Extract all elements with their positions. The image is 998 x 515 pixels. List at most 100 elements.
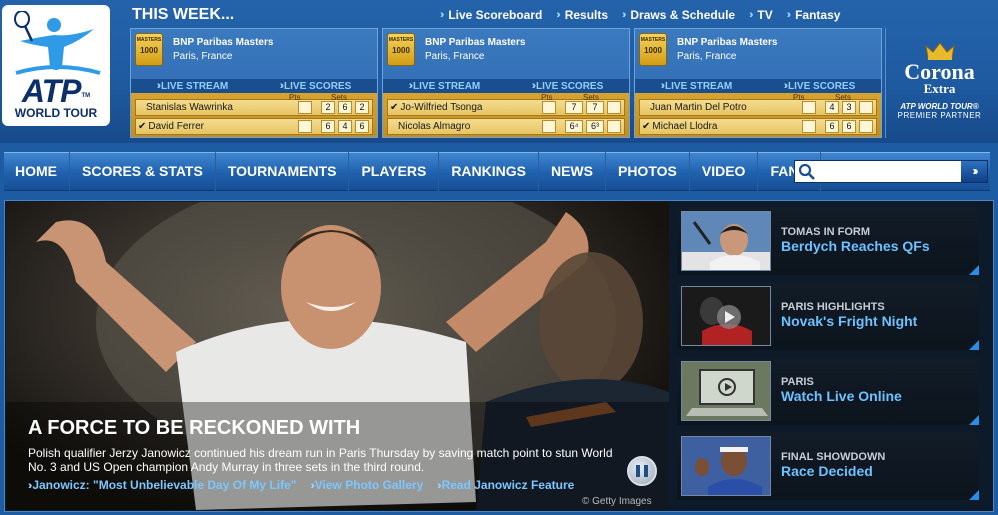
hero-link-feature[interactable]: ›› Read Janowicz Feature (437, 478, 574, 492)
set-cell (859, 101, 873, 114)
hero-links: ›› Janowicz: "Most Unbelievable Day Of My… (28, 478, 628, 492)
pts-cell (802, 101, 816, 114)
set-cell (607, 120, 621, 133)
score-table[interactable]: Pts Sets ✔ Jo-Wilfried Tsonga 7 7 Nicolas… (383, 93, 629, 137)
thumbnail-video (681, 286, 771, 346)
tournament-location: Paris, France (425, 51, 485, 62)
pts-header: Pts (793, 93, 805, 102)
side-item-novak[interactable]: PARIS HIGHLIGHTS Novak's Fright Night (677, 282, 979, 350)
quicklink-draws-schedule[interactable]: ›› Draws & Schedule (622, 8, 735, 22)
live-stream-link[interactable]: ›› LIVE STREAM (157, 80, 229, 92)
score-panel-links: ›› LIVE STREAM ›› LIVE SCORES (383, 79, 629, 93)
live-scores-link[interactable]: ›› LIVE SCORES (532, 80, 604, 92)
score-panel-1: MASTERS 1000 BNP Paribas Masters Paris, F… (130, 28, 378, 138)
this-week-heading: THIS WEEK... (132, 6, 235, 23)
tournament-name[interactable]: BNP Paribas Masters (677, 36, 777, 50)
quicklink-live-scoreboard[interactable]: ›› Live Scoreboard (440, 8, 542, 22)
set-cell (607, 101, 621, 114)
side-item-label: TOMAS IN FORM (781, 226, 871, 238)
score-row: Nicolas Almagro 6⁴ 6³ (387, 118, 625, 135)
set-cell: 6 (321, 120, 335, 133)
side-item-race[interactable]: FINAL SHOWDOWN Race Decided (677, 432, 979, 500)
set-cell: 4 (338, 120, 352, 133)
score-panel-links: ›› LIVE STREAM ›› LIVE SCORES (131, 79, 377, 93)
score-table[interactable]: Pts Sets Juan Martin Del Potro 4 3 ✔ Mich… (635, 93, 881, 137)
atp-logo[interactable]: ATP TM WORLD TOUR (2, 5, 110, 126)
set-cell: 6 (842, 120, 856, 133)
set-cell: 6³ (586, 120, 604, 133)
quicklink-results[interactable]: ›› Results (556, 8, 608, 22)
side-item-label: PARIS HIGHLIGHTS (781, 301, 885, 313)
hero-link-quote[interactable]: ›› Janowicz: "Most Unbelievable Day Of My… (28, 478, 296, 492)
player-name: Nicolas Almagro (398, 121, 471, 132)
nav-video[interactable]: VIDEO (690, 152, 759, 191)
side-item-berdych[interactable]: TOMAS IN FORM Berdych Reaches QFs (677, 207, 979, 275)
pts-cell (298, 120, 312, 133)
quicklink-label: TV (757, 8, 773, 22)
quicklink-tv[interactable]: ›› TV (749, 8, 773, 22)
set-cell: 6 (825, 120, 839, 133)
score-panel-2: MASTERS 1000 BNP Paribas Masters Paris, F… (382, 28, 630, 138)
quicklink-label: Live Scoreboard (448, 8, 543, 22)
hero-caption: A FORCE TO BE RECKONED WITH Polish quali… (28, 417, 628, 492)
quicklink-label: Fantasy (795, 8, 841, 22)
nav-home[interactable]: HOME (4, 152, 70, 191)
chevron-right-icon: ›› (622, 9, 627, 21)
nav-news[interactable]: NEWS (539, 152, 606, 191)
set-cell: 2 (355, 101, 369, 114)
tournament-name[interactable]: BNP Paribas Masters (425, 36, 525, 50)
quicklink-label: Results (564, 8, 609, 22)
score-panel-header: MASTERS 1000 BNP Paribas Masters Paris, F… (387, 33, 525, 66)
search-input[interactable] (816, 161, 961, 182)
search-box: ››› (794, 160, 988, 183)
tournament-location: Paris, France (173, 51, 233, 62)
hero-link-gallery[interactable]: ›› View Photo Gallery (310, 478, 423, 492)
side-item-headline[interactable]: Berdych Reaches QFs (781, 238, 930, 254)
pts-cell (542, 120, 556, 133)
corner-arrow-icon (969, 415, 979, 425)
nav-rankings[interactable]: RANKINGS (439, 152, 539, 191)
pause-icon (636, 465, 648, 477)
side-item-label: FINAL SHOWDOWN (781, 451, 886, 463)
nav-scores-stats[interactable]: SCORES & STATS (70, 152, 216, 191)
side-item-headline[interactable]: Race Decided (781, 463, 873, 479)
crown-icon (924, 42, 955, 60)
score-panel-header: MASTERS 1000 BNP Paribas Masters Paris, F… (639, 33, 777, 66)
score-panel-header: MASTERS 1000 BNP Paribas Masters Paris, F… (135, 33, 273, 66)
tournament-location: Paris, France (677, 51, 737, 62)
sets-header: Sets (583, 93, 600, 102)
hero-title[interactable]: A FORCE TO BE RECKONED WITH (28, 417, 628, 440)
corner-arrow-icon (969, 340, 979, 350)
set-cell: 6 (338, 101, 352, 114)
winner-check-icon: ✔ (390, 102, 399, 113)
nav-photos[interactable]: PHOTOS (606, 152, 690, 191)
feature-sidebar: TOMAS IN FORM Berdych Reaches QFs PARIS … (677, 207, 985, 507)
side-item-watch-live[interactable]: PARIS Watch Live Online (677, 357, 979, 425)
live-stream-link[interactable]: ›› LIVE STREAM (409, 80, 481, 92)
side-item-headline[interactable]: Watch Live Online (781, 388, 902, 404)
side-item-headline[interactable]: Novak's Fright Night (781, 313, 917, 329)
nav-tournaments[interactable]: TOURNAMENTS (216, 152, 350, 191)
sponsor-ad[interactable]: Corona Extra ATP WORLD TOUR® PREMIER PAR… (885, 28, 993, 138)
player-name: Stanislas Wawrinka (146, 102, 233, 113)
score-row: ✔ Michael Llodra 6 6 (639, 118, 877, 135)
live-stream-link[interactable]: ›› LIVE STREAM (661, 80, 733, 92)
nav-players[interactable]: PLAYERS (349, 152, 440, 191)
hero-slide[interactable]: A FORCE TO BE RECKONED WITH Polish quali… (6, 202, 669, 510)
score-table[interactable]: Pts Sets Stanislas Wawrinka 2 6 2 ✔ David… (131, 93, 377, 137)
chevron-right-icon: ›› (556, 9, 561, 21)
search-submit-button[interactable]: ››› (961, 161, 987, 182)
logo-world-tour-text: WORLD TOUR (14, 106, 98, 120)
live-scores-link[interactable]: ›› LIVE SCORES (784, 80, 856, 92)
set-cell (859, 120, 873, 133)
live-scores-link[interactable]: ›› LIVE SCORES (280, 80, 352, 92)
set-cell: 6⁴ (565, 120, 583, 133)
search-icon (798, 163, 815, 180)
slideshow-pause-button[interactable] (627, 456, 657, 486)
tournament-name[interactable]: BNP Paribas Masters (173, 36, 273, 50)
score-panel-links: ›› LIVE STREAM ›› LIVE SCORES (635, 79, 881, 93)
corner-arrow-icon (969, 490, 979, 500)
pts-cell (542, 101, 556, 114)
pts-cell (298, 101, 312, 114)
quicklink-fantasy[interactable]: ›› Fantasy (787, 8, 841, 22)
